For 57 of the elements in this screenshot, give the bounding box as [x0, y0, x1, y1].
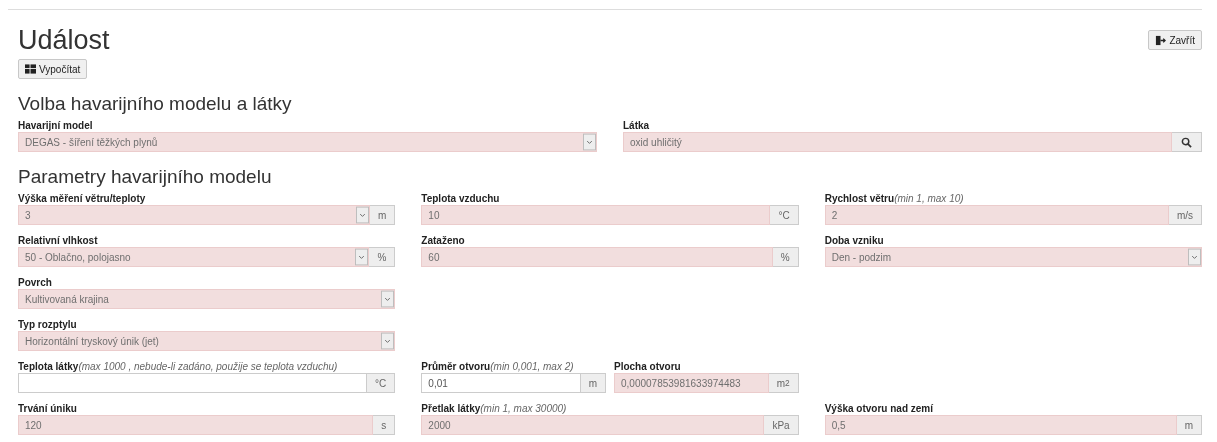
- unit-label: kPa: [764, 415, 799, 435]
- field-label: Látka: [623, 119, 651, 132]
- select-field[interactable]: Horizontální tryskový únik (jet): [18, 331, 396, 351]
- input-field[interactable]: 2: [824, 205, 1169, 225]
- field-label: Trvání úniku: [18, 402, 78, 415]
- field-label: Zataženo: [421, 234, 466, 247]
- chevron-down-icon: [356, 206, 369, 224]
- calculate-button[interactable]: Vypočítat: [18, 59, 88, 79]
- input-field[interactable]: [18, 373, 368, 393]
- section-heading: Volba havarijního modelu a látky: [18, 92, 293, 115]
- input-field[interactable]: 120: [18, 415, 374, 435]
- calculator-icon: [25, 64, 36, 74]
- close-button[interactable]: Zavřít: [1148, 30, 1202, 50]
- select-field[interactable]: Den - podzim: [824, 247, 1202, 267]
- unit-label: °C: [770, 205, 799, 225]
- field-label: Průměr otvoru(min 0,001, max 2): [421, 360, 575, 373]
- unit-label: %: [369, 247, 396, 267]
- field-label: Teplota vzduchu: [421, 192, 501, 205]
- chevron-down-icon: [583, 133, 596, 151]
- unit-label: °C: [367, 373, 396, 393]
- chevron-down-icon: [381, 332, 395, 350]
- select-field[interactable]: DEGAS - šíření těžkých plynů: [18, 132, 597, 152]
- unit-label: m: [580, 373, 606, 393]
- input-field[interactable]: 0,00007853981633974483: [614, 373, 769, 393]
- field-label: Teplota látky(max 1000 , nebude-li zadáno, použije se teplota vzduchu): [18, 360, 339, 373]
- input-field[interactable]: 2000: [421, 415, 765, 435]
- input-field[interactable]: 10: [421, 205, 771, 225]
- input-field[interactable]: 60: [421, 247, 773, 267]
- unit-label: m: [370, 205, 396, 225]
- field-label: Výška měření větru/teploty: [18, 192, 147, 205]
- field-label: Plocha otvoru: [614, 360, 682, 373]
- select-field[interactable]: Kultivovaná krajina: [18, 289, 396, 309]
- field-label: Výška otvoru nad zemí: [824, 402, 935, 415]
- input-field[interactable]: 0,5: [824, 415, 1177, 435]
- field-label: Přetlak látky(min 1, max 30000): [421, 402, 568, 415]
- exit-door-icon: [1155, 34, 1167, 46]
- search-button[interactable]: [1172, 132, 1202, 152]
- unit-label: m: [1176, 415, 1202, 435]
- field-label: Havarijní model: [18, 119, 94, 132]
- chevron-down-icon: [381, 290, 395, 308]
- unit-label: m/s: [1168, 205, 1202, 225]
- section-heading: Parametry havarijního modelu: [18, 165, 273, 188]
- chevron-down-icon: [1188, 248, 1201, 266]
- field-label: Typ rozptylu: [18, 318, 78, 331]
- select-field[interactable]: 50 - Oblačno, polojasno: [18, 247, 370, 267]
- unit-label: %: [772, 247, 799, 267]
- search-icon: [1181, 136, 1192, 148]
- select-field[interactable]: 3: [18, 205, 370, 225]
- field-label: Rychlost větru(min 1, max 10): [824, 192, 965, 205]
- page-title: Událost: [18, 24, 110, 56]
- field-label: Povrch: [18, 276, 53, 289]
- field-label: Doba vzniku: [824, 234, 885, 247]
- field-label: Relativní vlhkost: [18, 234, 99, 247]
- input-field[interactable]: 0,01: [421, 373, 581, 393]
- search-field[interactable]: oxid uhličitý: [623, 132, 1172, 152]
- unit-label: s: [373, 415, 396, 435]
- chevron-down-icon: [355, 248, 369, 266]
